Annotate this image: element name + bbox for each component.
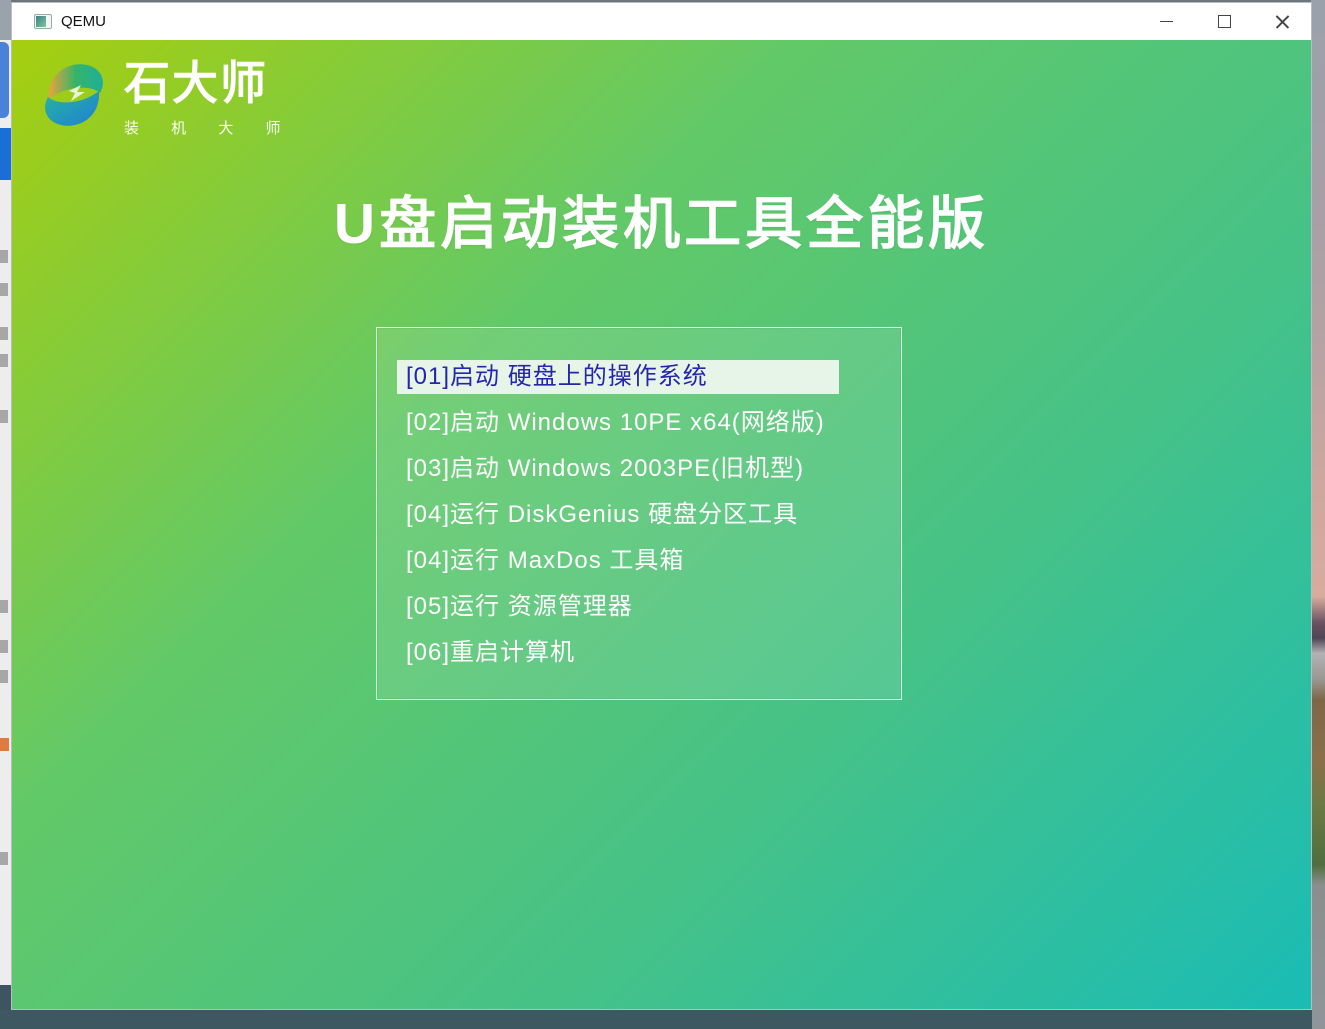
qemu-app-icon — [34, 14, 52, 29]
boot-menu-item[interactable]: [03]启动 Windows 2003PE(旧机型) — [397, 446, 901, 492]
window-title: QEMU — [61, 13, 106, 30]
background-text-fragment — [0, 250, 8, 263]
boot-menu-list: [01]启动 硬盘上的操作系统 [02]启动 Windows 10PE x64(网… — [377, 354, 901, 676]
minimize-icon — [1160, 21, 1173, 22]
titlebar[interactable]: QEMU — [12, 3, 1311, 40]
close-icon — [1275, 14, 1290, 29]
boot-menu-item[interactable]: [02]启动 Windows 10PE x64(网络版) — [397, 400, 901, 446]
qemu-window: QEMU — [11, 2, 1312, 1010]
background-window-sliver — [0, 0, 11, 1029]
background-fragment — [0, 42, 9, 118]
background-text-fragment — [0, 600, 8, 613]
brand-subtitle: 装 机 大 师 — [124, 117, 295, 138]
background-text-fragment — [0, 327, 8, 340]
vm-display[interactable]: 石大师 装 机 大 师 U盘启动装机工具全能版 [01]启动 硬盘上的操作系统[… — [12, 40, 1311, 1009]
close-button[interactable] — [1253, 3, 1311, 40]
boot-menu-item[interactable]: [04]运行 DiskGenius 硬盘分区工具 — [397, 492, 901, 538]
window-controls — [1137, 3, 1311, 40]
background-text-fragment — [0, 640, 8, 653]
maximize-button[interactable] — [1195, 3, 1253, 40]
background-text-fragment — [0, 852, 8, 865]
boot-menu-item-selected[interactable]: [01]启动 硬盘上的操作系统 — [397, 360, 839, 394]
background-text-fragment — [0, 738, 9, 751]
brand-logo: 石大师 装 机 大 师 — [39, 57, 295, 138]
desktop-bottom-strip — [0, 1010, 1312, 1029]
maximize-icon — [1218, 15, 1231, 28]
background-text-fragment — [0, 354, 8, 367]
boot-menu-item[interactable]: [04]运行 MaxDos 工具箱 — [397, 538, 901, 584]
page-title: U盘启动装机工具全能版 — [12, 178, 1311, 260]
background-text-fragment — [0, 410, 8, 423]
boot-menu-box: [01]启动 硬盘上的操作系统 [02]启动 Windows 10PE x64(网… — [376, 327, 902, 700]
background-fragment — [0, 128, 11, 180]
desktop: QEMU — [0, 0, 1325, 1029]
background-fragment — [0, 0, 11, 40]
brand-logo-icon — [39, 57, 109, 133]
background-text-fragment — [0, 670, 8, 683]
boot-menu-item[interactable]: [06]重启计算机 — [397, 630, 901, 676]
background-text-fragment — [0, 283, 8, 296]
brand-name: 石大师 — [124, 57, 295, 109]
boot-menu-item[interactable]: [05]运行 资源管理器 — [397, 584, 901, 630]
brand-text-block: 石大师 装 机 大 师 — [124, 57, 295, 138]
desktop-wallpaper-sliver — [1311, 0, 1325, 1029]
minimize-button[interactable] — [1137, 3, 1195, 40]
